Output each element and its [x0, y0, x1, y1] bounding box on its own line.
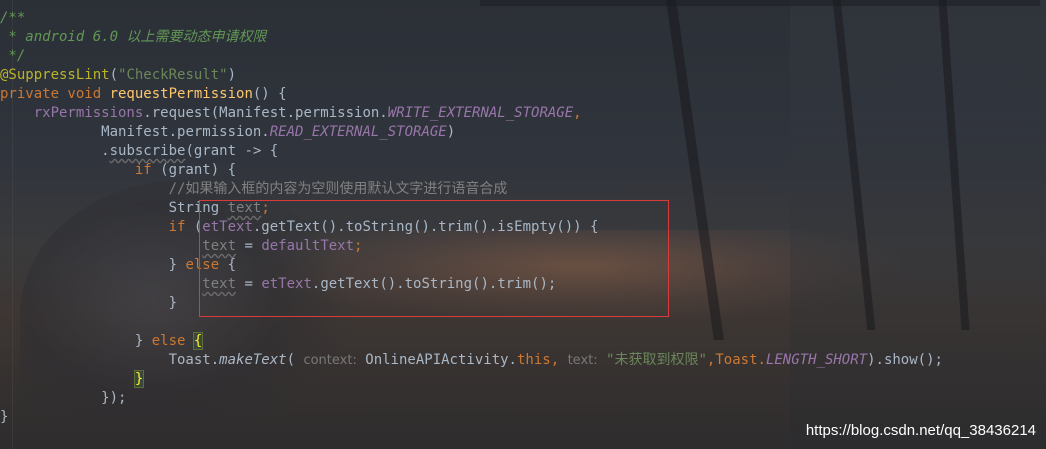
code-line: @SuppressLint("CheckResult") — [0, 66, 943, 85]
method-name: requestPermission — [109, 86, 253, 102]
highlight-box — [199, 200, 669, 317]
code-text: } — [168, 257, 186, 273]
code-text: () { — [252, 86, 287, 102]
parameter-hint: text: — [567, 353, 598, 368]
annotation: @SuppressLint — [0, 67, 110, 83]
code-line: } — [0, 408, 943, 427]
static-field: LENGTH_SHORT — [765, 352, 868, 368]
code-text: OnlineAPIActivity. — [356, 352, 517, 368]
string-literal: "CheckResult" — [118, 67, 228, 83]
code-line: }); — [0, 389, 943, 408]
code-text: ) — [227, 67, 237, 83]
code-line: } else { — [0, 332, 943, 351]
keyword: else — [151, 333, 194, 349]
code-text: ( — [286, 352, 304, 368]
code-text: ).show(); — [867, 352, 943, 368]
code-text: } — [168, 295, 178, 311]
matched-brace: { — [192, 332, 204, 350]
code-text: (grant -> { — [185, 143, 279, 159]
doc-comment: * android 6.0 以上需要动态申请权限 — [0, 29, 267, 45]
code-line: * android 6.0 以上需要动态申请权限 — [0, 28, 943, 47]
code-text: ( — [109, 67, 119, 83]
static-field: READ_EXTERNAL_STORAGE — [269, 124, 447, 140]
code-text: ) — [446, 124, 456, 140]
code-line: if (grant) { — [0, 161, 943, 180]
punctuation: ,Toast. — [706, 352, 766, 368]
code-text: }); — [101, 390, 127, 406]
code-text: Manifest.permission. — [101, 124, 270, 140]
keyword: this — [517, 352, 551, 368]
code-text: . — [101, 143, 110, 159]
code-line: /** — [0, 9, 943, 28]
static-method: makeText — [219, 352, 287, 368]
doc-comment: */ — [0, 48, 26, 64]
keyword: if — [134, 162, 152, 178]
code-line: Manifest.permission.READ_EXTERNAL_STORAG… — [0, 123, 943, 142]
code-line: Toast.makeText( context: OnlineAPIActivi… — [0, 351, 943, 370]
parameter-hint: context: — [303, 353, 357, 368]
code-text: (grant) { — [151, 162, 237, 178]
doc-comment: /** — [0, 10, 26, 26]
window-bar — [938, 0, 970, 330]
code-text: } — [0, 409, 9, 425]
punctuation: , — [573, 105, 582, 121]
string-literal: "未获取到权限" — [597, 352, 707, 368]
keyword: private void — [0, 86, 110, 102]
code-line: private void requestPermission() { — [0, 85, 943, 104]
keyword: if — [168, 219, 186, 235]
code-line: } — [0, 370, 943, 389]
code-line: rxPermissions.request(Manifest.permissio… — [0, 104, 943, 123]
matched-brace: } — [133, 370, 145, 388]
code-line: //如果输入框的内容为空则使用默认文字进行语音合成 — [0, 180, 943, 199]
static-field: WRITE_EXTERNAL_STORAGE — [387, 105, 574, 121]
punctuation: , — [550, 352, 568, 368]
watermark: https://blog.csdn.net/qq_38436214 — [805, 422, 1036, 439]
code-line: */ — [0, 47, 943, 66]
window-bar — [480, 0, 1040, 6]
line-comment: //如果输入框的内容为空则使用默认文字进行语音合成 — [168, 181, 508, 197]
field: rxPermissions — [33, 105, 144, 121]
code-text: } — [134, 333, 152, 349]
code-text: Toast. — [168, 352, 220, 368]
code-text: .request(Manifest.permission. — [143, 105, 388, 121]
code-line: .subscribe(grant -> { — [0, 142, 943, 161]
code-text: subscribe — [109, 143, 186, 159]
